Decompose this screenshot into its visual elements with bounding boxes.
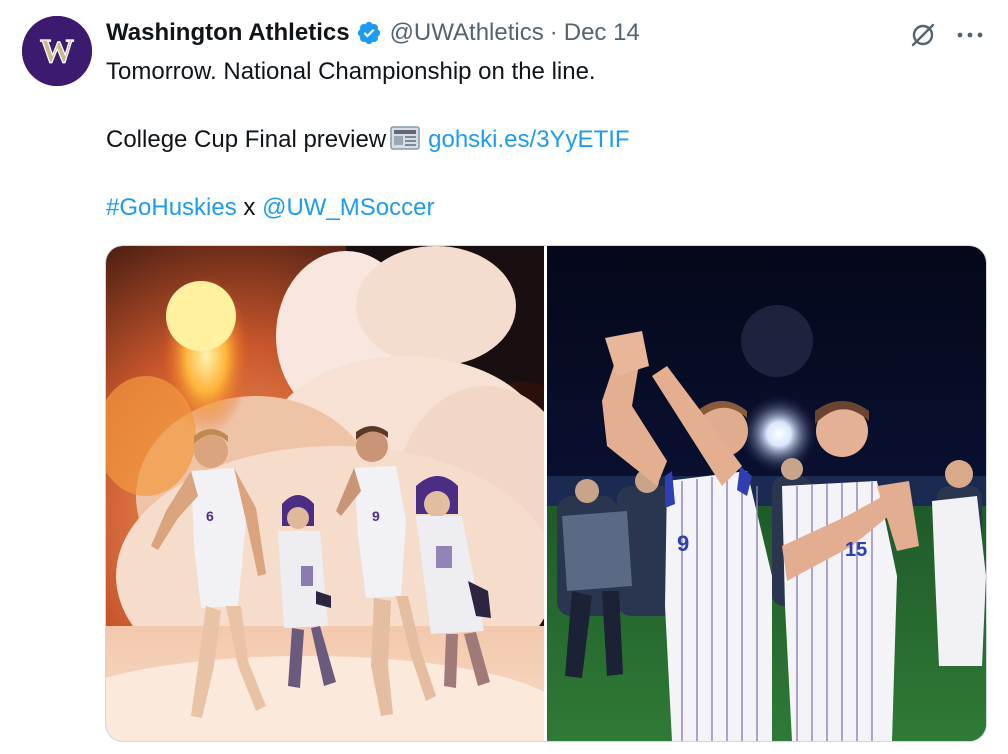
preview-text: College Cup Final preview	[106, 126, 387, 153]
tweet-text-line-1: Tomorrow. National Championship on the l…	[106, 58, 596, 85]
avatar[interactable]: W	[22, 16, 92, 86]
svg-text:9: 9	[372, 508, 380, 524]
grok-icon[interactable]	[906, 18, 940, 52]
photo-players-clapping-at-night[interactable]: 9 15	[547, 246, 986, 741]
washington-w-logo-icon: W	[22, 16, 92, 86]
preview-link[interactable]: gohski.es/3YyETIF	[428, 126, 629, 153]
tweet-text-line-3: #GoHuskies x @UW_MSoccer	[106, 192, 434, 224]
verified-badge-icon[interactable]	[356, 20, 382, 46]
author-handle[interactable]: @UWAthletics	[390, 19, 544, 47]
avatar-letter: W	[40, 33, 74, 70]
svg-text:6: 6	[206, 508, 214, 524]
tweet-header: Washington Athletics @UWAthletics · Dec …	[106, 17, 640, 49]
author-display-name[interactable]: Washington Athletics	[106, 19, 350, 47]
x-text: x	[243, 194, 256, 221]
tweet-text-line-2: College Cup Final preview gohski.es/3YyE…	[106, 124, 630, 156]
tweet-date[interactable]: Dec 14	[564, 19, 640, 47]
photo-players-walking-out-with-smoke[interactable]: 6 9	[106, 246, 544, 741]
tweet[interactable]: W Washington Athletics @UWAthletics · De…	[0, 0, 1008, 754]
media-grid: 6 9 9 15	[105, 245, 987, 742]
svg-text:15: 15	[845, 539, 867, 561]
svg-text:9: 9	[677, 531, 689, 556]
hashtag-link[interactable]: #GoHuskies	[106, 194, 237, 221]
newspaper-icon	[390, 125, 422, 151]
more-dots-icon[interactable]	[952, 18, 988, 52]
separator-dot: ·	[549, 19, 558, 46]
mention-link[interactable]: @UW_MSoccer	[262, 194, 434, 221]
